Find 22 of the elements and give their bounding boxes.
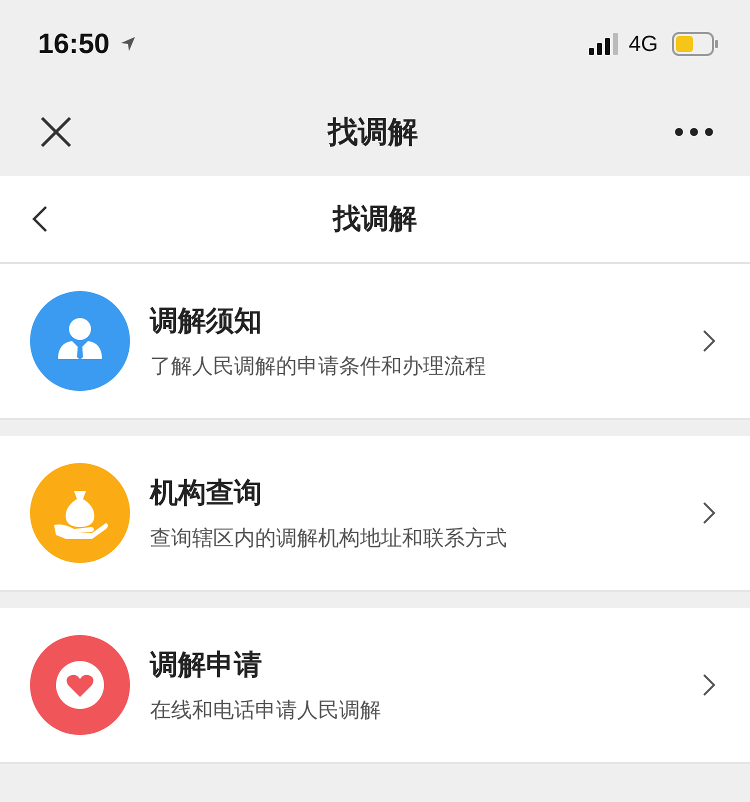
more-icon[interactable]	[674, 127, 714, 137]
item-title: 调解须知	[150, 303, 263, 339]
page-title: 找调解	[333, 201, 417, 237]
item-subtitle: 查询辖区内的调解机构地址和联系方式	[150, 525, 508, 552]
status-time: 16:50	[38, 28, 110, 60]
nav-title: 找调解	[328, 114, 418, 152]
item-title: 调解申请	[150, 647, 263, 683]
chevron-icon	[702, 501, 716, 525]
chevron-icon	[702, 329, 716, 353]
battery-icon	[672, 32, 718, 56]
item-title: 机构查询	[150, 475, 263, 511]
item-subtitle: 了解人民调解的申请条件和办理流程	[150, 353, 487, 380]
item-subtitle: 在线和电话申请人民调解	[150, 697, 382, 724]
chevron-icon	[702, 673, 716, 697]
location-arrow-icon	[120, 36, 136, 52]
list-item[interactable]: 机构查询 查询辖区内的调解机构地址和联系方式	[0, 436, 750, 592]
list-item[interactable]: 调解须知 了解人民调解的申请条件和办理流程	[0, 264, 750, 420]
list-item[interactable]: 调解申请 在线和电话申请人民调解	[0, 608, 750, 764]
signal-icon	[588, 33, 619, 55]
back-icon[interactable]	[32, 205, 48, 233]
close-icon[interactable]	[40, 116, 72, 148]
network-label: 4G	[628, 31, 658, 57]
